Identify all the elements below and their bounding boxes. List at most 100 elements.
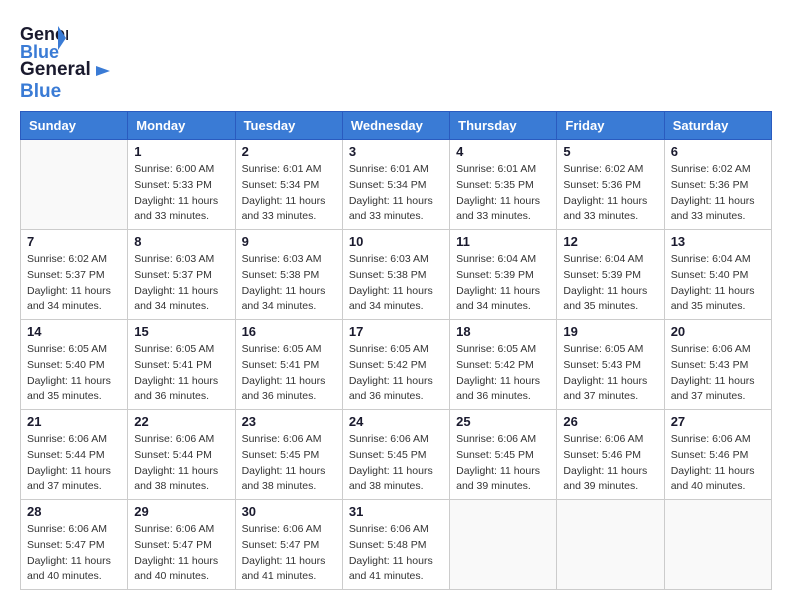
day-number: 9	[242, 234, 336, 249]
day-info: Sunrise: 6:05 AMSunset: 5:42 PMDaylight:…	[349, 342, 443, 405]
day-info: Sunrise: 6:01 AMSunset: 5:34 PMDaylight:…	[242, 162, 336, 225]
day-number: 26	[563, 414, 657, 429]
day-number: 10	[349, 234, 443, 249]
calendar-week-row: 21Sunrise: 6:06 AMSunset: 5:44 PMDayligh…	[21, 410, 772, 500]
day-info: Sunrise: 6:05 AMSunset: 5:41 PMDaylight:…	[134, 342, 228, 405]
day-number: 12	[563, 234, 657, 249]
header-sunday: Sunday	[21, 112, 128, 140]
day-number: 4	[456, 144, 550, 159]
page-header: General Blue General Blue	[20, 20, 772, 103]
calendar-cell: 18 Sunrise: 6:05 AMSunset: 5:42 PMDayligh…	[450, 320, 557, 410]
day-number: 14	[27, 324, 121, 339]
day-info: Sunrise: 6:05 AMSunset: 5:40 PMDaylight:…	[27, 342, 121, 405]
header-thursday: Thursday	[450, 112, 557, 140]
calendar-cell: 13 Sunrise: 6:04 AMSunset: 5:40 PMDayligh…	[664, 230, 771, 320]
calendar-week-row: 28 Sunrise: 6:06 AMSunset: 5:47 PMDayligh…	[21, 500, 772, 590]
day-number: 30	[242, 504, 336, 519]
calendar-cell: 12 Sunrise: 6:04 AMSunset: 5:39 PMDayligh…	[557, 230, 664, 320]
day-info: Sunrise: 6:04 AMSunset: 5:39 PMDaylight:…	[563, 252, 657, 315]
day-number: 13	[671, 234, 765, 249]
calendar-week-row: 14 Sunrise: 6:05 AMSunset: 5:40 PMDayligh…	[21, 320, 772, 410]
day-info: Sunrise: 6:01 AMSunset: 5:34 PMDaylight:…	[349, 162, 443, 225]
day-number: 18	[456, 324, 550, 339]
calendar-cell	[557, 500, 664, 590]
day-number: 8	[134, 234, 228, 249]
header-wednesday: Wednesday	[342, 112, 449, 140]
day-info: Sunrise: 6:06 AMSunset: 5:47 PMDaylight:…	[242, 522, 336, 585]
day-info: Sunrise: 6:06 AMSunset: 5:46 PMDaylight:…	[671, 432, 765, 495]
header-friday: Friday	[557, 112, 664, 140]
calendar-cell: 27Sunrise: 6:06 AMSunset: 5:46 PMDayligh…	[664, 410, 771, 500]
day-info: Sunrise: 6:06 AMSunset: 5:47 PMDaylight:…	[27, 522, 121, 585]
day-info: Sunrise: 6:02 AMSunset: 5:36 PMDaylight:…	[563, 162, 657, 225]
day-info: Sunrise: 6:00 AMSunset: 5:33 PMDaylight:…	[134, 162, 228, 225]
day-number: 17	[349, 324, 443, 339]
calendar-cell: 30 Sunrise: 6:06 AMSunset: 5:47 PMDayligh…	[235, 500, 342, 590]
day-number: 25	[456, 414, 550, 429]
day-info: Sunrise: 6:02 AMSunset: 5:37 PMDaylight:…	[27, 252, 121, 315]
day-info: Sunrise: 6:05 AMSunset: 5:43 PMDaylight:…	[563, 342, 657, 405]
calendar-week-row: 7 Sunrise: 6:02 AMSunset: 5:37 PMDaylight…	[21, 230, 772, 320]
day-info: Sunrise: 6:05 AMSunset: 5:42 PMDaylight:…	[456, 342, 550, 405]
calendar-cell	[664, 500, 771, 590]
day-info: Sunrise: 6:03 AMSunset: 5:38 PMDaylight:…	[242, 252, 336, 315]
header-monday: Monday	[128, 112, 235, 140]
header-saturday: Saturday	[664, 112, 771, 140]
calendar-cell: 22 Sunrise: 6:06 AMSunset: 5:44 PMDayligh…	[128, 410, 235, 500]
day-number: 15	[134, 324, 228, 339]
svg-text:Blue: Blue	[20, 42, 59, 62]
day-info: Sunrise: 6:01 AMSunset: 5:35 PMDaylight:…	[456, 162, 550, 225]
calendar-cell: 28 Sunrise: 6:06 AMSunset: 5:47 PMDayligh…	[21, 500, 128, 590]
calendar-cell: 20 Sunrise: 6:06 AMSunset: 5:43 PMDayligh…	[664, 320, 771, 410]
day-number: 7	[27, 234, 121, 249]
day-info: Sunrise: 6:06 AMSunset: 5:45 PMDaylight:…	[456, 432, 550, 495]
day-number: 20	[671, 324, 765, 339]
day-info: Sunrise: 6:06 AMSunset: 5:47 PMDaylight:…	[134, 522, 228, 585]
day-number: 24	[349, 414, 443, 429]
day-info: Sunrise: 6:03 AMSunset: 5:38 PMDaylight:…	[349, 252, 443, 315]
calendar-cell: 16 Sunrise: 6:05 AMSunset: 5:41 PMDayligh…	[235, 320, 342, 410]
calendar-cell: 14 Sunrise: 6:05 AMSunset: 5:40 PMDayligh…	[21, 320, 128, 410]
day-number: 31	[349, 504, 443, 519]
day-info: Sunrise: 6:03 AMSunset: 5:37 PMDaylight:…	[134, 252, 228, 315]
day-number: 16	[242, 324, 336, 339]
calendar-cell: 21Sunrise: 6:06 AMSunset: 5:44 PMDayligh…	[21, 410, 128, 500]
calendar-week-row: 1Sunrise: 6:00 AMSunset: 5:33 PMDaylight…	[21, 140, 772, 230]
logo: General Blue General Blue	[20, 20, 112, 103]
day-number: 19	[563, 324, 657, 339]
calendar-cell: 4 Sunrise: 6:01 AMSunset: 5:35 PMDaylight…	[450, 140, 557, 230]
calendar-cell	[21, 140, 128, 230]
calendar-cell: 24 Sunrise: 6:06 AMSunset: 5:45 PMDayligh…	[342, 410, 449, 500]
day-number: 22	[134, 414, 228, 429]
day-info: Sunrise: 6:06 AMSunset: 5:48 PMDaylight:…	[349, 522, 443, 585]
calendar-table: SundayMondayTuesdayWednesdayThursdayFrid…	[20, 111, 772, 590]
day-number: 2	[242, 144, 336, 159]
calendar-cell: 8 Sunrise: 6:03 AMSunset: 5:37 PMDaylight…	[128, 230, 235, 320]
day-info: Sunrise: 6:05 AMSunset: 5:41 PMDaylight:…	[242, 342, 336, 405]
day-info: Sunrise: 6:04 AMSunset: 5:40 PMDaylight:…	[671, 252, 765, 315]
calendar-cell: 25 Sunrise: 6:06 AMSunset: 5:45 PMDayligh…	[450, 410, 557, 500]
day-number: 11	[456, 234, 550, 249]
calendar-cell: 9 Sunrise: 6:03 AMSunset: 5:38 PMDaylight…	[235, 230, 342, 320]
logo-icon: General Blue	[20, 20, 68, 62]
calendar-cell: 2 Sunrise: 6:01 AMSunset: 5:34 PMDaylight…	[235, 140, 342, 230]
day-number: 29	[134, 504, 228, 519]
calendar-cell: 10 Sunrise: 6:03 AMSunset: 5:38 PMDayligh…	[342, 230, 449, 320]
calendar-cell: 6Sunrise: 6:02 AMSunset: 5:36 PMDaylight…	[664, 140, 771, 230]
calendar-cell: 26 Sunrise: 6:06 AMSunset: 5:46 PMDayligh…	[557, 410, 664, 500]
logo-blue: Blue	[20, 81, 61, 102]
day-number: 28	[27, 504, 121, 519]
calendar-cell: 7 Sunrise: 6:02 AMSunset: 5:37 PMDaylight…	[21, 230, 128, 320]
calendar-cell: 1Sunrise: 6:00 AMSunset: 5:33 PMDaylight…	[128, 140, 235, 230]
calendar-cell: 3Sunrise: 6:01 AMSunset: 5:34 PMDaylight…	[342, 140, 449, 230]
day-info: Sunrise: 6:06 AMSunset: 5:44 PMDaylight:…	[134, 432, 228, 495]
day-info: Sunrise: 6:06 AMSunset: 5:45 PMDaylight:…	[349, 432, 443, 495]
day-info: Sunrise: 6:06 AMSunset: 5:45 PMDaylight:…	[242, 432, 336, 495]
header-tuesday: Tuesday	[235, 112, 342, 140]
day-info: Sunrise: 6:04 AMSunset: 5:39 PMDaylight:…	[456, 252, 550, 315]
logo-arrow-icon	[96, 64, 112, 78]
day-info: Sunrise: 6:06 AMSunset: 5:46 PMDaylight:…	[563, 432, 657, 495]
day-info: Sunrise: 6:06 AMSunset: 5:43 PMDaylight:…	[671, 342, 765, 405]
day-info: Sunrise: 6:02 AMSunset: 5:36 PMDaylight:…	[671, 162, 765, 225]
calendar-cell: 31 Sunrise: 6:06 AMSunset: 5:48 PMDayligh…	[342, 500, 449, 590]
